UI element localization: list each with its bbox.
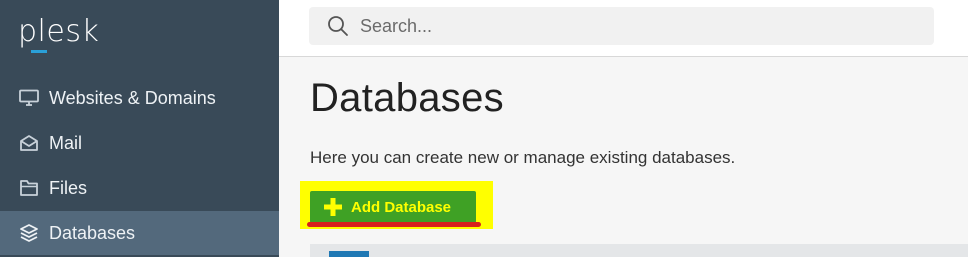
plesk-logo[interactable]: plesk [18,14,99,49]
sidebar-item-websites-domains[interactable]: Websites & Domains [0,76,279,120]
sidebar-item-label: Websites & Domains [49,87,216,108]
envelope-icon [19,133,39,153]
top-bar [279,0,968,57]
page-title: Databases [310,76,504,120]
add-database-label: Add Database [351,199,452,216]
layers-icon [19,223,39,243]
database-list-icon [329,251,369,257]
sidebar: plesk Websites & Domains Mail Files Data… [0,0,279,257]
main-content: Databases Here you can create new or man… [279,0,968,257]
sidebar-item-mail[interactable]: Mail [0,121,279,165]
plesk-app: plesk Websites & Domains Mail Files Data… [0,0,968,257]
search-input[interactable] [360,13,920,39]
folder-icon [19,178,39,198]
annotation-underline [307,222,481,227]
database-list-header [310,244,968,257]
sidebar-item-files[interactable]: Files [0,166,279,210]
sidebar-item-label: Databases [49,222,136,243]
plus-icon [324,198,342,216]
search-icon[interactable] [327,15,349,37]
logo-accent-bar [31,50,47,53]
page-description: Here you can create new or manage existi… [310,148,736,167]
sidebar-item-databases[interactable]: Databases [0,211,279,255]
monitor-icon [19,88,39,108]
sidebar-item-label: Files [49,177,88,198]
search-box[interactable] [309,7,934,45]
sidebar-item-label: Mail [49,132,83,153]
add-database-button[interactable]: Add Database [310,191,476,223]
